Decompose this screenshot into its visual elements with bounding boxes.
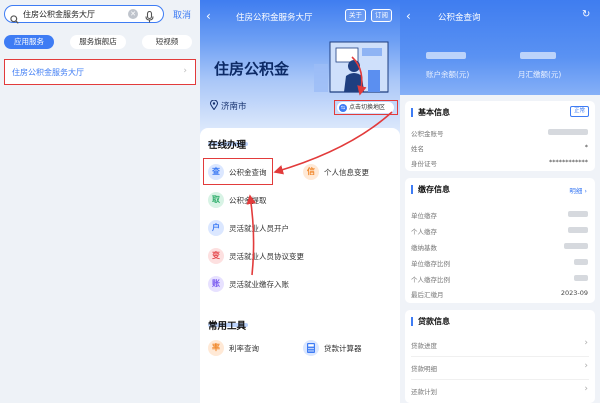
location-pin-icon <box>210 100 218 110</box>
tools-section-title: 常用工具 <box>208 321 247 332</box>
status-badge: 正常 <box>569 106 589 117</box>
id-number-value: ************ <box>549 158 588 166</box>
chevron-right-icon: › <box>183 66 187 76</box>
basic-info-title: 基本信息 <box>411 108 450 117</box>
search-result-title: 住房公积金服务大厅 <box>12 68 84 77</box>
detail-link[interactable]: 明细 › <box>569 185 587 195</box>
basic-info-card: 基本信息 正常 公积金账号 姓名 * 身份证号 ************ <box>405 101 595 171</box>
tool-label: 贷款计算器 <box>324 344 362 353</box>
masked-value <box>574 275 588 281</box>
refresh-icon[interactable]: ↻ <box>582 9 590 20</box>
query-header: ‹ 公积金查询 ↻ 账户余额(元) 月汇缴额(元) <box>400 0 600 95</box>
chip-short-video[interactable]: 短视频 <box>142 35 192 49</box>
row-label: 单位缴存比例 <box>411 260 450 268</box>
row-label: 单位缴存 <box>411 212 437 220</box>
cancel-button[interactable]: 取消 <box>173 8 191 21</box>
search-input[interactable]: 住房公积金服务大厅 ✕ <box>4 5 164 24</box>
deposit-info-card: 缴存信息 明细 › 单位缴存 个人缴存 缴纳基数 单位缴存比例 个人缴存比例 最… <box>405 178 595 303</box>
row-label: 个人缴存 <box>411 228 437 236</box>
name-value: * <box>584 143 588 151</box>
chevron-right-icon: › <box>584 384 588 394</box>
monthly-value <box>520 52 556 59</box>
calculator-icon <box>303 340 319 356</box>
chip-app-services[interactable]: 应用服务 <box>4 35 54 49</box>
banner-title: 住房公积金 <box>214 60 290 78</box>
row-label: 公积金账号 <box>411 130 444 138</box>
loan-progress-row[interactable]: 贷款进度 › <box>405 334 595 356</box>
row-label: 贷款明细 <box>411 365 437 373</box>
service-label: 个人信息变更 <box>324 168 369 177</box>
service-label: 灵活就业人员开户 <box>229 224 289 233</box>
search-query: 住房公积金服务大厅 <box>23 10 95 19</box>
fund-query-highlight <box>203 158 273 185</box>
balance-label: 账户余额(元) <box>426 70 470 79</box>
last-month-value: 2023-09 <box>560 289 588 297</box>
city-label: 济南市 <box>210 100 247 112</box>
repayment-plan-row[interactable]: 还款计划 › <box>405 380 595 402</box>
region-icon: ⇆ <box>339 103 347 112</box>
subscribe-button[interactable]: 订阅 <box>371 9 392 22</box>
row-label: 身份证号 <box>411 160 437 168</box>
fund-query-panel: ‹ 公积金查询 ↻ 账户余额(元) 月汇缴额(元) 基本信息 正常 公积金账号 … <box>400 0 600 403</box>
service-hall-panel: ‹ 住房公积金服务大厅 关于 订阅 住房公积金 济南市 在线办理 查 公积金查询… <box>200 0 400 403</box>
account-number-value <box>548 129 588 135</box>
masked-value <box>568 227 588 233</box>
service-label: 灵活就业缴存入账 <box>229 280 289 289</box>
detail-link-label: 明细 <box>569 187 583 195</box>
loan-info-title: 贷款信息 <box>411 317 450 326</box>
about-button[interactable]: 关于 <box>345 9 366 22</box>
building-illustration-icon <box>314 41 389 93</box>
masked-value <box>568 211 588 217</box>
chevron-right-icon: › <box>584 361 588 371</box>
account-icon: 户 <box>208 220 224 236</box>
microphone-icon[interactable] <box>145 8 154 27</box>
row-label: 还款计划 <box>411 388 437 396</box>
row-label: 个人缴存比例 <box>411 276 450 284</box>
switch-region-label: 点击切换地区 <box>349 104 386 111</box>
loan-detail-row[interactable]: 贷款明细 › <box>405 357 595 379</box>
row-label: 贷款进度 <box>411 342 437 350</box>
city-name: 济南市 <box>221 102 247 112</box>
balance-value <box>426 52 466 59</box>
back-icon[interactable]: ‹ <box>206 9 211 23</box>
info-icon: 信 <box>303 164 319 180</box>
chevron-right-icon: › <box>584 338 588 348</box>
masked-value <box>574 259 588 265</box>
row-label: 姓名 <box>411 145 424 153</box>
row-label: 最后汇缴月 <box>411 291 444 299</box>
online-section-title: 在线办理 <box>208 140 247 151</box>
search-result-item[interactable]: 住房公积金服务大厅 › <box>4 59 196 85</box>
row-label: 缴纳基数 <box>411 244 437 252</box>
chip-flagship-store[interactable]: 服务旗舰店 <box>70 35 126 49</box>
monthly-label: 月汇缴额(元) <box>518 70 562 79</box>
search-panel: 住房公积金服务大厅 ✕ 取消 应用服务 服务旗舰店 短视频 住房公积金服务大厅 … <box>0 0 200 403</box>
service-label: 公积金提取 <box>229 196 267 205</box>
deposit-info-title: 缴存信息 <box>411 185 450 194</box>
tool-label: 利率查询 <box>229 344 259 353</box>
service-label: 灵活就业人员协议变更 <box>229 252 304 261</box>
search-icon <box>10 9 19 28</box>
change-icon: 变 <box>208 248 224 264</box>
switch-region-highlight: ⇆ 点击切换地区 <box>334 100 398 115</box>
switch-region-button[interactable]: ⇆ 点击切换地区 <box>337 102 394 113</box>
deposit-icon: 账 <box>208 276 224 292</box>
query-title: 公积金查询 <box>438 13 481 23</box>
back-icon[interactable]: ‹ <box>406 9 411 23</box>
clear-icon[interactable]: ✕ <box>128 9 138 19</box>
withdraw-icon: 取 <box>208 192 224 208</box>
loan-info-card: 贷款信息 贷款进度 › 贷款明细 › 还款计划 › <box>405 310 595 403</box>
masked-value <box>564 243 588 249</box>
rate-icon: 率 <box>208 340 224 356</box>
hall-title: 住房公积金服务大厅 <box>236 13 313 23</box>
